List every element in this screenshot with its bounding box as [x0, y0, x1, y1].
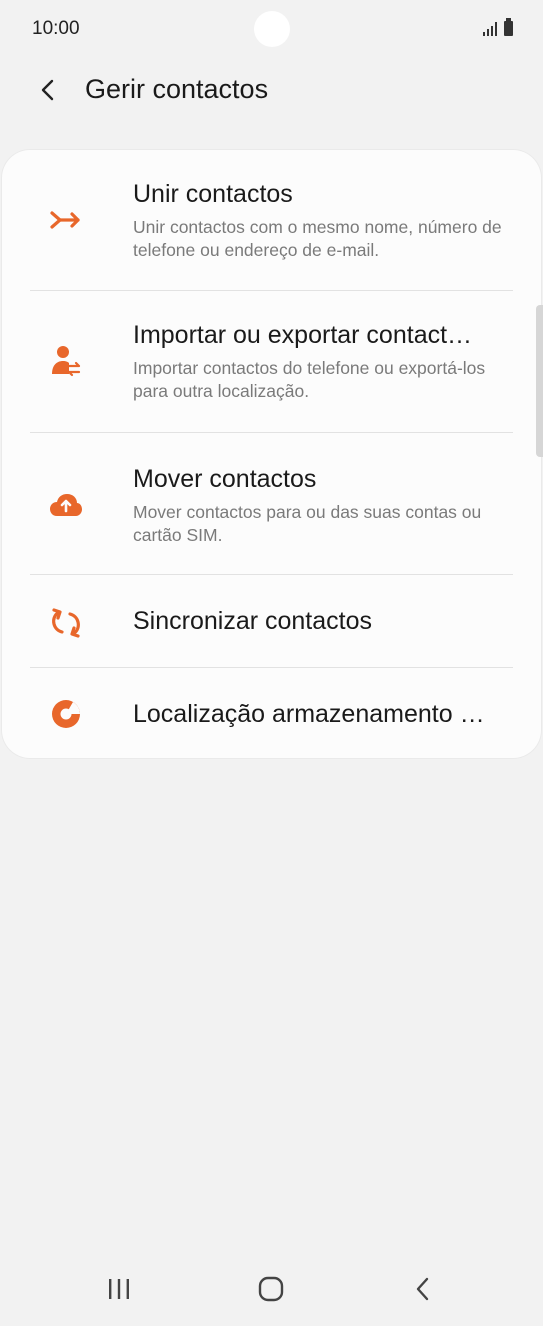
- status-time: 10:00: [32, 18, 80, 39]
- menu-item-import-export[interactable]: Importar ou exportar contact… Importar c…: [2, 291, 541, 432]
- signal-icon: [483, 22, 497, 36]
- home-icon: [258, 1276, 284, 1302]
- scroll-handle[interactable]: [536, 305, 543, 457]
- menu-item-description: Mover contactos para ou das suas contas …: [133, 502, 482, 545]
- recent-apps-icon: [109, 1279, 129, 1299]
- navigation-bar: [0, 1250, 543, 1326]
- menu-item-description: Unir contactos com o mesmo nome, número …: [133, 217, 502, 260]
- menu-item-move-contacts[interactable]: Mover contactos Mover contactos para ou …: [2, 433, 541, 574]
- menu-item-merge-contacts[interactable]: Unir contactos Unir contactos com o mesm…: [2, 150, 541, 290]
- menu-item-title: Mover contactos: [133, 465, 317, 493]
- app-header: Gerir contactos: [0, 60, 543, 120]
- menu-item-title: Unir contactos: [133, 180, 293, 208]
- menu-card: Unir contactos Unir contactos com o mesm…: [2, 150, 541, 758]
- page-title: Gerir contactos: [85, 74, 269, 104]
- recent-apps-button[interactable]: [89, 1268, 149, 1310]
- back-button[interactable]: [28, 70, 68, 110]
- menu-item-title: Localização armazenamento …: [133, 700, 485, 728]
- battery-icon: [504, 18, 513, 36]
- camera-cutout: [254, 11, 290, 47]
- home-button[interactable]: [241, 1268, 301, 1310]
- sync-icon: [46, 603, 86, 643]
- person-transfer-icon: [46, 341, 86, 381]
- status-icons: [483, 18, 513, 36]
- storage-pie-icon: [46, 694, 86, 734]
- cloud-upload-icon: [46, 485, 86, 525]
- menu-item-title: Sincronizar contactos: [133, 607, 373, 635]
- back-chevron-icon: [416, 1277, 429, 1301]
- menu-item-title: Importar ou exportar contact…: [133, 321, 473, 349]
- back-nav-button[interactable]: [393, 1268, 453, 1310]
- status-bar: 10:00: [0, 0, 543, 58]
- back-arrow-icon: [41, 79, 54, 101]
- menu-item-sync-contacts[interactable]: Sincronizar contactos: [2, 575, 541, 667]
- menu-item-description: Importar contactos do telefone ou export…: [133, 358, 486, 401]
- menu-item-storage-location[interactable]: Localização armazenamento …: [2, 668, 541, 758]
- merge-arrow-icon: [46, 200, 86, 240]
